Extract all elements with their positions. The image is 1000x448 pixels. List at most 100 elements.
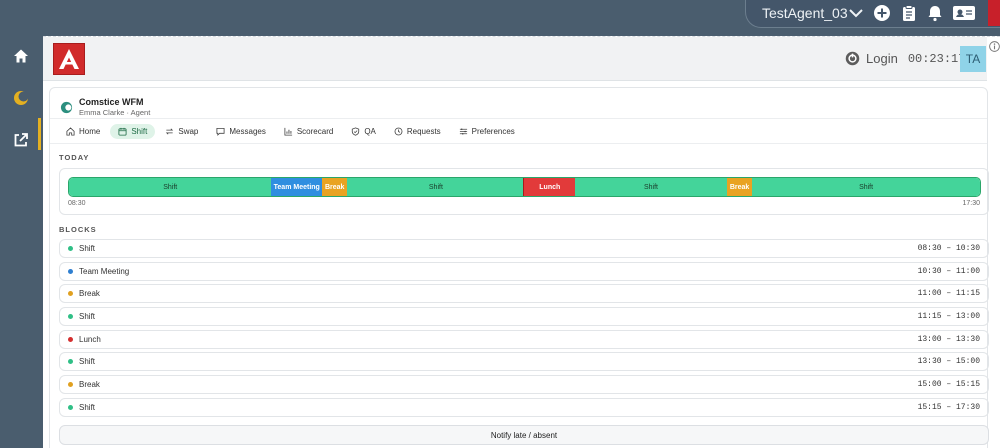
block-time: 10:30 – 11:00 <box>917 266 980 276</box>
block-time: 15:15 – 17:30 <box>917 402 980 412</box>
timeline-segment-break[interactable]: Break <box>322 178 348 196</box>
tab-label: Preferences <box>471 126 515 136</box>
swap-icon <box>166 128 174 134</box>
tab-requests[interactable]: Requests <box>386 124 449 139</box>
tab-preferences[interactable]: Preferences <box>451 124 523 139</box>
status-dot-icon <box>68 404 73 410</box>
timeline-segment-shift[interactable]: Shift <box>752 178 980 196</box>
calendar-icon <box>118 127 127 136</box>
block-name: Shift <box>79 312 96 322</box>
tab-label: Swap <box>178 126 199 136</box>
block-row[interactable]: Shift 08:30 – 10:30 <box>59 239 989 258</box>
clock-icon <box>394 127 403 135</box>
external-link-icon <box>14 133 28 147</box>
timeline-bar: Shift Team Meeting Break Shift Lunch Shift Bre… <box>68 177 981 197</box>
logo <box>53 43 85 75</box>
tab-label: Requests <box>406 126 441 136</box>
tab-swap[interactable]: Swap <box>157 124 206 139</box>
blocks-list: Shift 08:30 – 10:30 Team Meeting 10:30 – 11… <box>59 239 989 421</box>
rail-item-external[interactable] <box>0 120 42 160</box>
shield-icon <box>352 126 360 136</box>
tab-qa[interactable]: QA <box>343 124 384 139</box>
timeline-segment-shift[interactable]: Shift <box>69 178 272 196</box>
block-time: 13:30 – 15:00 <box>917 357 980 367</box>
tab-messages[interactable]: Messages <box>208 124 273 139</box>
block-name: Team Meeting <box>79 266 130 276</box>
brand-logo-icon <box>59 49 79 69</box>
rail-active-indicator <box>38 118 41 150</box>
main-frame: Login 00:23:17 TA Comstice WFM Emma Clar… <box>43 36 1000 448</box>
moon-icon <box>14 91 29 105</box>
today-timeline: Shift Team Meeting Break Shift Lunch Shift Bre… <box>59 168 989 215</box>
brand-corner <box>988 0 1000 26</box>
tab-shift[interactable]: Shift <box>110 123 156 139</box>
block-name: Lunch <box>79 334 101 344</box>
app-title: Comstice WFM <box>79 97 144 107</box>
block-name: Break <box>79 380 100 390</box>
wfm-card: Comstice WFM Emma Clarke · Agent Home Sh… <box>49 87 989 448</box>
sliders-icon <box>459 127 467 135</box>
login-timer: 00:23:17 <box>907 51 966 66</box>
block-time: 11:15 – 13:00 <box>917 312 980 322</box>
timeline-segment-team-meeting[interactable]: Team Meeting <box>271 178 323 196</box>
block-name: Break <box>79 289 100 299</box>
tab-label: Home <box>79 126 101 136</box>
block-row[interactable]: Shift 11:15 – 13:00 <box>59 307 989 327</box>
block-row[interactable]: Team Meeting 10:30 – 11:00 <box>59 261 989 281</box>
block-time: 11:00 – 11:15 <box>917 289 980 299</box>
contact-card-icon[interactable] <box>952 4 976 22</box>
block-name: Shift <box>79 244 96 253</box>
clipboard-icon[interactable] <box>900 4 918 22</box>
block-row[interactable]: Lunch 13:00 – 13:30 <box>59 329 989 349</box>
timeline-end: 17:30 <box>962 200 980 207</box>
notify-late-button[interactable]: Notify late / absent <box>59 425 989 445</box>
avatar[interactable]: TA <box>960 46 986 72</box>
message-icon <box>216 127 225 136</box>
today-label: TODAY <box>59 153 90 162</box>
bell-icon[interactable] <box>926 4 944 22</box>
block-row[interactable]: Shift 15:15 – 17:30 <box>59 397 989 417</box>
status-dot-icon <box>68 268 73 274</box>
status-dot-icon <box>68 382 73 388</box>
tab-label: Messages <box>229 126 266 136</box>
status-dot-icon <box>68 359 73 365</box>
timeline-segment-shift[interactable]: Shift <box>575 178 727 196</box>
blocks-label: BLOCKS <box>59 225 97 234</box>
tab-label: QA <box>364 126 376 136</box>
app-subtitle: Emma Clarke · Agent <box>79 108 151 117</box>
agent-name[interactable]: TestAgent_03 <box>762 5 848 21</box>
home-icon <box>66 126 75 136</box>
comstice-logo-icon <box>60 101 73 113</box>
home-icon <box>14 49 28 63</box>
login-label: Login <box>866 51 898 66</box>
login-status[interactable]: Login 00:23:17 <box>845 51 965 66</box>
timeline-segment-break[interactable]: Break <box>726 178 753 196</box>
info-icon[interactable] <box>989 41 1000 52</box>
tab-scorecard[interactable]: Scorecard <box>276 124 341 139</box>
block-name: Shift <box>79 402 96 412</box>
block-row[interactable]: Shift 13:30 – 15:00 <box>59 352 989 372</box>
rail-item-moon[interactable] <box>0 78 42 118</box>
block-name: Shift <box>79 357 96 367</box>
rail-item-home[interactable] <box>0 36 42 76</box>
tab-label: Scorecard <box>296 126 334 136</box>
timeline-start: 08:30 <box>68 200 86 207</box>
block-time: 13:00 – 13:30 <box>917 334 980 344</box>
block-time: 15:00 – 15:15 <box>917 380 980 390</box>
chevron-down-icon[interactable] <box>849 9 863 18</box>
block-row[interactable]: Break 11:00 – 11:15 <box>59 284 989 304</box>
block-time: 08:30 – 10:30 <box>917 244 980 253</box>
status-dot-icon <box>68 291 73 297</box>
timeline-segment-lunch[interactable]: Lunch <box>523 178 577 196</box>
tab-home[interactable]: Home <box>58 124 108 139</box>
block-row[interactable]: Break 15:00 – 15:15 <box>59 375 989 395</box>
plus-circle-icon[interactable] <box>873 4 891 22</box>
power-icon <box>845 51 860 66</box>
status-dot-icon <box>68 314 73 320</box>
tab-bar: Home Shift Swap Messages Scorecard QA Re… <box>50 118 987 144</box>
app-bar: Login 00:23:17 TA <box>43 37 987 81</box>
timeline-segment-shift[interactable]: Shift <box>347 178 525 196</box>
app-header: Comstice WFM Emma Clarke · Agent <box>60 94 150 120</box>
top-bar: TestAgent_03 <box>0 0 1000 36</box>
status-dot-icon <box>68 336 73 342</box>
